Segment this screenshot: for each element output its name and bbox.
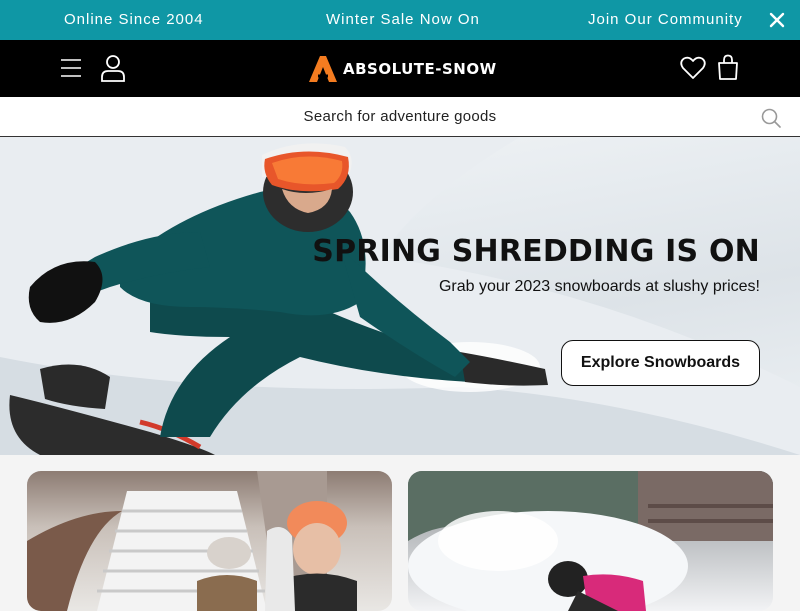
announcement-bar: Online Since 2004 Winter Sale Now On Joi… [0, 0, 800, 40]
site-logo[interactable]: ABSOLUTE-SNOW [307, 54, 497, 84]
close-icon[interactable] [766, 9, 788, 31]
hero-subtitle: Grab your 2023 snowboards at slushy pric… [438, 278, 760, 295]
hero-banner: SPRING SHREDDING IS ON Grab your 2023 sn… [0, 137, 800, 455]
hero-snowboarder-image [0, 137, 800, 455]
shopping-bag-icon[interactable] [716, 54, 740, 80]
category-card-2[interactable] [408, 471, 773, 611]
hero-title: SPRING SHREDDING IS ON [312, 234, 760, 269]
account-icon[interactable] [100, 54, 126, 82]
search-input[interactable] [0, 97, 800, 136]
site-header: ABSOLUTE-SNOW [0, 40, 800, 97]
explore-snowboards-button[interactable]: Explore Snowboards [561, 340, 760, 386]
search-icon[interactable] [761, 108, 781, 128]
card-1-image [27, 471, 357, 611]
heart-icon[interactable] [680, 56, 706, 80]
logo-mark-icon [309, 56, 337, 82]
logo-text: ABSOLUTE-SNOW [343, 60, 497, 78]
category-cards [0, 455, 800, 611]
announcement-online-since[interactable]: Online Since 2004 [64, 11, 204, 28]
category-card-1[interactable] [27, 471, 392, 611]
announcement-winter-sale[interactable]: Winter Sale Now On [326, 11, 480, 28]
menu-icon[interactable] [60, 58, 82, 78]
announcement-join-community[interactable]: Join Our Community [588, 11, 743, 28]
card-2-image [408, 471, 773, 611]
search-bar [0, 97, 800, 137]
